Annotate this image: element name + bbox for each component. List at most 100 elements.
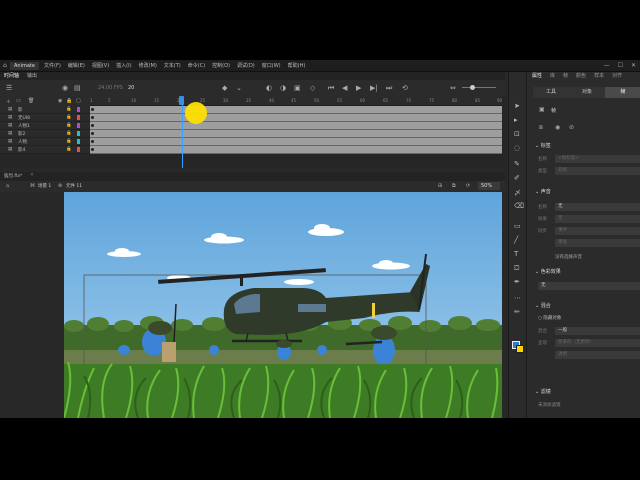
edit-multiple-icon[interactable]: ▣	[294, 84, 301, 92]
section-color-effect[interactable]: ⌄ 色彩效果	[535, 268, 561, 275]
document-tab[interactable]: Animate	[10, 62, 39, 70]
tab-swatches[interactable]: 样本	[594, 72, 604, 80]
menu-view[interactable]: 视图(V)	[92, 60, 109, 72]
render-select[interactable]: 原来的（无更改）	[555, 339, 640, 347]
frame-span[interactable]	[90, 138, 502, 146]
center-frame-icon[interactable]: ◆	[222, 84, 227, 92]
keyframe-dot[interactable]	[91, 108, 94, 111]
layer-row[interactable]: ▤ 影4 🔒	[0, 146, 90, 154]
section-filters[interactable]: ⌄ 滤镜	[535, 388, 551, 395]
fill-swatch[interactable]	[516, 345, 524, 353]
tab-properties[interactable]: 属性	[532, 72, 542, 80]
layers-icon[interactable]: ☰	[6, 84, 12, 92]
menu-debug[interactable]: 调试(D)	[237, 60, 255, 72]
layer-lock-icon[interactable]: 🔒	[66, 107, 72, 112]
section-blend[interactable]: ⌄ 混合	[535, 302, 551, 309]
playhead-handle[interactable]	[179, 96, 184, 105]
menu-text[interactable]: 文本(T)	[164, 60, 181, 72]
minimize-button[interactable]: —	[604, 60, 610, 72]
keyframe-dot[interactable]	[91, 148, 94, 151]
layer-color-swatch[interactable]	[77, 115, 80, 120]
layer-color-swatch[interactable]	[77, 107, 80, 112]
menu-modify[interactable]: 修改(M)	[139, 60, 157, 72]
maximize-button[interactable]: ☐	[618, 60, 623, 72]
menu-edit[interactable]: 编辑(E)	[68, 60, 85, 72]
file-tab[interactable]: 猛烈.fla*	[4, 173, 22, 179]
frame-span[interactable]	[90, 114, 502, 122]
sound-sync-select[interactable]: 事件	[555, 227, 640, 235]
visibility-icon[interactable]: ◉	[58, 98, 62, 104]
section-label[interactable]: ⌄ 标签	[535, 142, 551, 149]
align-stage-icon[interactable]: ⊞	[438, 183, 442, 189]
line-tool-icon[interactable]: ╱	[514, 236, 518, 244]
frame-width-slider[interactable]	[462, 87, 496, 88]
slider-handle[interactable]	[470, 85, 475, 90]
layer-depth-icon[interactable]: ▤	[74, 84, 81, 92]
menu-control[interactable]: 控制(O)	[212, 60, 230, 72]
segment-object[interactable]: 对象	[569, 87, 605, 98]
eye-icon[interactable]: ◉	[555, 124, 560, 131]
scene-label[interactable]: 场景 1	[38, 183, 51, 189]
back-icon[interactable]: ⌂	[6, 183, 9, 189]
frame-span[interactable]	[90, 146, 502, 154]
rotate-icon[interactable]: ⟳	[466, 183, 470, 189]
label-type-select[interactable]: 名称	[555, 167, 640, 175]
scale-icon[interactable]: ⇔	[450, 84, 456, 92]
layer-color-swatch[interactable]	[77, 139, 80, 144]
segment-tool[interactable]: 工具	[533, 87, 569, 98]
sound-effect-select[interactable]: 无	[555, 215, 640, 223]
tab-color[interactable]: 颜色	[576, 72, 586, 80]
visible-checkbox[interactable]: ○ 隐藏对象	[538, 315, 561, 321]
tab-align[interactable]: 对齐	[612, 72, 622, 80]
brush-tool-icon[interactable]: ✐	[514, 174, 520, 182]
layer-row[interactable]: ▤ 无UI8 🔒	[0, 114, 90, 122]
go-first-icon[interactable]: ⏮	[328, 84, 334, 93]
zoom-select[interactable]: 50%	[478, 182, 500, 190]
frame-ruler[interactable]: 151015202530354045505560657075808590	[90, 96, 502, 106]
menu-window[interactable]: 窗口(W)	[262, 60, 281, 72]
color-effect-select[interactable]: 无	[538, 282, 640, 290]
go-last-icon[interactable]: ⏭	[386, 84, 392, 93]
layer-color-swatch[interactable]	[77, 147, 80, 152]
clip-icon[interactable]: ⧉	[452, 183, 456, 189]
text-tool-icon[interactable]: T	[514, 250, 518, 258]
tab-frame[interactable]: 帧	[563, 72, 568, 80]
onion-skin-icon[interactable]: ◐	[266, 84, 272, 92]
keyframe-dot[interactable]	[91, 116, 94, 119]
menu-commands[interactable]: 命令(C)	[188, 60, 205, 72]
rectangle-tool-icon[interactable]: ▭	[514, 222, 521, 230]
menu-help[interactable]: 帮助(H)	[288, 60, 306, 72]
fps-display[interactable]: 24.00 FPS	[98, 85, 123, 91]
current-frame[interactable]: 20	[128, 85, 134, 91]
paint-brush-icon[interactable]: 〆	[514, 188, 521, 198]
more-tools-icon[interactable]: ⋯	[514, 294, 521, 302]
chevron-down-icon[interactable]: ⌄	[236, 84, 242, 92]
keyframe-dot[interactable]	[91, 124, 94, 127]
frame-span[interactable]	[90, 122, 502, 130]
stage-canvas[interactable]	[64, 192, 502, 418]
frame-span[interactable]	[90, 106, 502, 114]
frame-span[interactable]	[90, 130, 502, 138]
layer-row[interactable]: ▤ 人物1 🔒	[0, 122, 90, 130]
camera-icon[interactable]: ◉	[62, 84, 68, 92]
play-icon[interactable]: ▶	[356, 84, 361, 92]
lock-icon[interactable]: 🔒	[66, 98, 72, 104]
step-forward-icon[interactable]: ▶|	[370, 84, 378, 92]
insert-keyframe-icon[interactable]: ◇	[310, 84, 315, 92]
home-icon[interactable]: ⌂	[3, 62, 7, 69]
blend-select[interactable]: 一般	[555, 327, 640, 335]
step-back-icon[interactable]: ◀	[342, 84, 347, 92]
layer-row[interactable]: ▤ 影2 🔒	[0, 130, 90, 138]
clear-icon[interactable]: ⊘	[569, 124, 574, 131]
free-transform-icon[interactable]: ⊡	[514, 130, 520, 138]
menu-insert[interactable]: 插入(I)	[116, 60, 131, 72]
subselection-tool-icon[interactable]: ▸	[514, 116, 518, 124]
new-layer-icon[interactable]: ＋	[6, 98, 11, 105]
layer-lock-icon[interactable]: 🔒	[66, 115, 72, 120]
tab-close-icon[interactable]: ✕	[30, 173, 34, 178]
layer-color-swatch[interactable]	[77, 123, 80, 128]
pencil-tool-icon[interactable]: ✎	[514, 160, 520, 168]
symbol-label[interactable]: 元件 11	[66, 183, 82, 189]
menu-file[interactable]: 文件(F)	[44, 60, 61, 72]
section-sound[interactable]: ⌄ 声音	[535, 188, 551, 195]
